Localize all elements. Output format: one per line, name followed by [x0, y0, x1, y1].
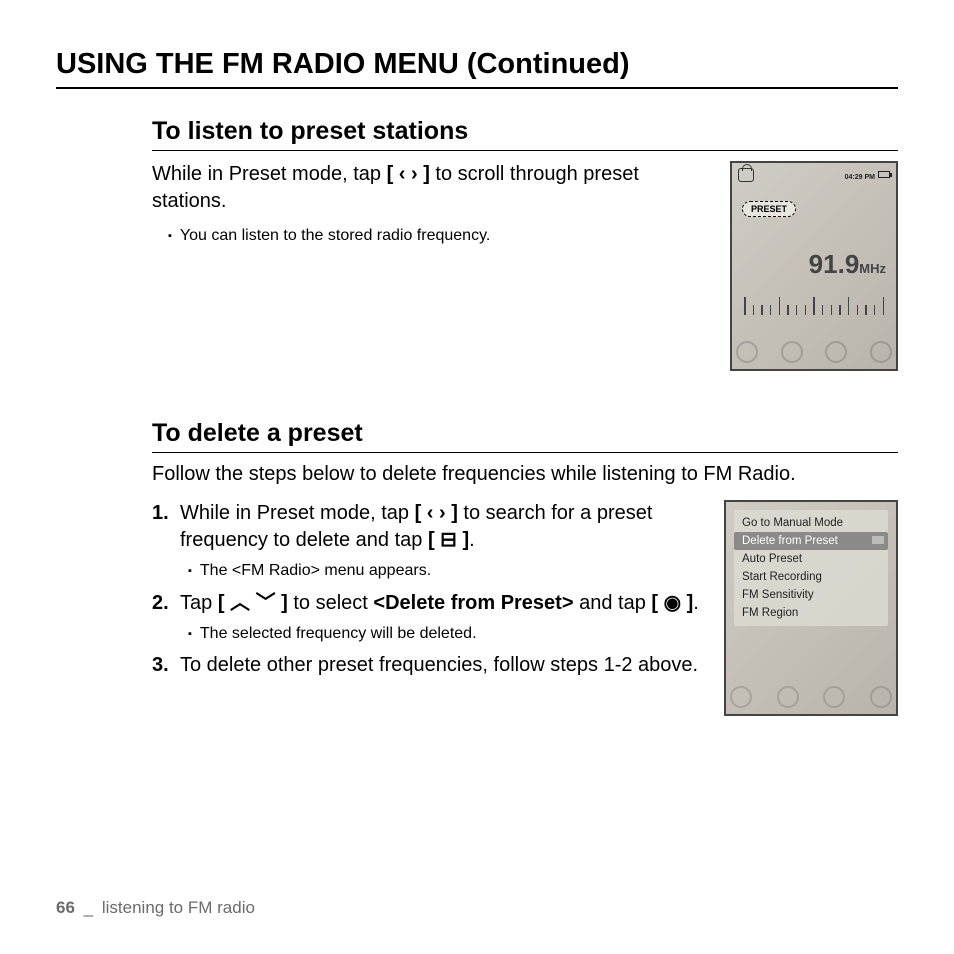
- footer-separator: _: [84, 898, 93, 917]
- section2-lead: Follow the steps below to delete frequen…: [152, 463, 898, 486]
- device-screenshot-radio: 04:29 PM PRESET 91.9MHz: [730, 161, 898, 371]
- text: While in Preset mode, tap: [152, 163, 387, 185]
- select-icon: [ ◉ ]: [651, 592, 693, 614]
- tuning-dial: [744, 289, 884, 315]
- section-delete-preset: To delete a preset Follow the steps belo…: [152, 419, 898, 716]
- menu-item: Auto Preset: [734, 550, 888, 568]
- menu-item: Start Recording: [734, 568, 888, 586]
- section1-bullet: You can listen to the stored radio frequ…: [168, 225, 706, 247]
- status-bar: 04:29 PM: [738, 167, 890, 183]
- text: While in Preset mode, tap: [180, 502, 415, 524]
- menu-item-name: <Delete from Preset>: [373, 592, 573, 614]
- step-2: Tap [ ︿ ﹀ ] to select <Delete from Prese…: [152, 590, 700, 645]
- menu-item: FM Sensitivity: [734, 586, 888, 604]
- step-2-sub: The selected frequency will be deleted.: [188, 623, 700, 645]
- text: The <FM Radio> menu appears.: [200, 560, 431, 582]
- clock: 04:29 PM: [845, 174, 875, 181]
- text: Tap: [180, 592, 218, 614]
- nav-left-right-icon: [ ‹ › ]: [415, 502, 458, 524]
- page-title: USING THE FM RADIO MENU (Continued): [56, 48, 898, 89]
- bullet-text: You can listen to the stored radio frequ…: [180, 225, 490, 247]
- text: The selected frequency will be deleted.: [200, 623, 477, 645]
- step-3: To delete other preset frequencies, foll…: [152, 652, 700, 685]
- text: to select: [288, 592, 374, 614]
- frequency-unit: MHz: [859, 261, 886, 276]
- page-footer: 66 _ listening to FM radio: [56, 898, 255, 918]
- text: .: [469, 529, 475, 551]
- text: and tap: [574, 592, 652, 614]
- radio-icon: [738, 168, 754, 182]
- fm-radio-menu: Go to Manual Mode Delete from Preset Aut…: [734, 510, 888, 626]
- frequency-display: 91.9MHz: [732, 249, 886, 280]
- text: .: [693, 592, 699, 614]
- nav-up-down-icon: [ ︿ ﹀ ]: [218, 592, 288, 614]
- frequency-value: 91.9: [809, 249, 860, 279]
- menu-item: Go to Manual Mode: [734, 514, 888, 532]
- menu-item: FM Region: [734, 604, 888, 622]
- menu-item-selected: Delete from Preset: [734, 532, 888, 550]
- status-right: 04:29 PM: [845, 166, 890, 184]
- section-listen-preset: To listen to preset stations While in Pr…: [152, 117, 898, 371]
- section1-text: While in Preset mode, tap [ ‹ › ] to scr…: [152, 161, 706, 255]
- section2-text: While in Preset mode, tap [ ‹ › ] to sea…: [152, 500, 700, 693]
- step-1: While in Preset mode, tap [ ‹ › ] to sea…: [152, 500, 700, 582]
- battery-icon: [878, 171, 890, 178]
- nav-left-right-icon: [ ‹ › ]: [387, 163, 430, 185]
- decorative-knobs: [726, 686, 896, 714]
- chapter-name: listening to FM radio: [102, 898, 255, 917]
- manual-page: USING THE FM RADIO MENU (Continued) To l…: [0, 0, 954, 954]
- step-1-sub: The <FM Radio> menu appears.: [188, 560, 700, 582]
- preset-badge: PRESET: [742, 201, 796, 217]
- menu-icon: [ ⊟ ]: [428, 529, 469, 551]
- decorative-knobs: [732, 341, 896, 369]
- device-screenshot-menu: Go to Manual Mode Delete from Preset Aut…: [724, 500, 898, 716]
- section-heading: To listen to preset stations: [152, 117, 898, 151]
- steps-list: While in Preset mode, tap [ ‹ › ] to sea…: [152, 500, 700, 685]
- page-number: 66: [56, 898, 75, 917]
- section-heading: To delete a preset: [152, 419, 898, 453]
- section1-lead: While in Preset mode, tap [ ‹ › ] to scr…: [152, 161, 706, 215]
- text: To delete other preset frequencies, foll…: [180, 652, 700, 679]
